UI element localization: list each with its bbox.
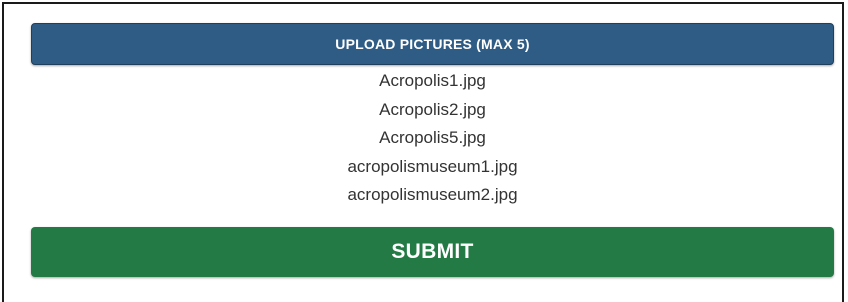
file-list-item: acropolismuseum1.jpg [347, 156, 518, 176]
file-list-item: Acropolis5.jpg [379, 128, 486, 147]
upload-pictures-button[interactable]: UPLOAD PICTURES (MAX 5) [31, 23, 834, 65]
submit-button[interactable]: SUBMIT [31, 227, 834, 277]
file-list-item: Acropolis2.jpg [379, 99, 486, 119]
file-list-item: Acropolis1.jpg [379, 71, 486, 90]
uploaded-file-list: Acropolis1.jpg Acropolis2.jpg Acropolis5… [31, 67, 834, 210]
file-list-item: acropolismuseum2.jpg [347, 185, 518, 204]
